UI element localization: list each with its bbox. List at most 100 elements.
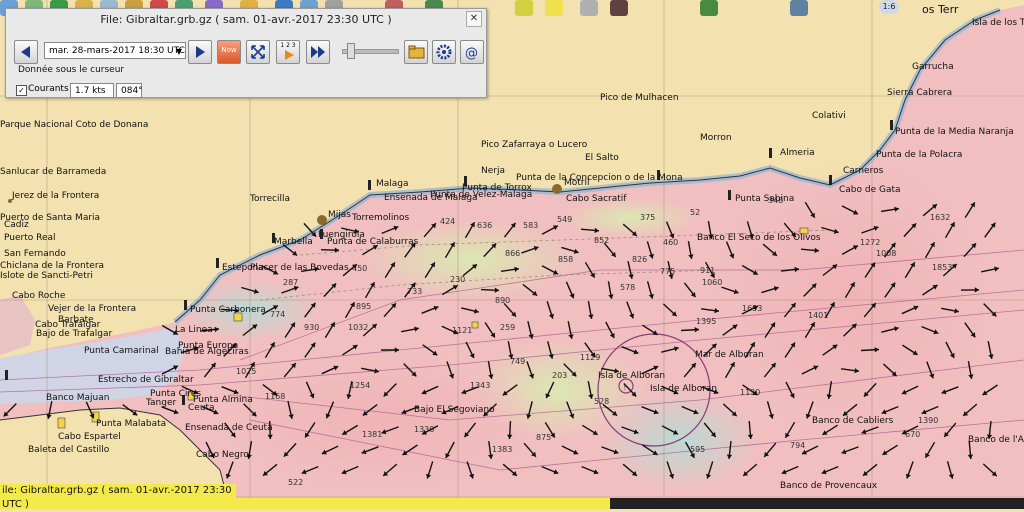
date-select[interactable]: mar. 28-mars-2017 18:30 UTC ▼ [44,42,186,59]
place-label: Sierra Cabrera [887,88,952,98]
svg-text:@: @ [465,46,478,61]
arrow-left-icon [15,41,37,63]
place-label: Placer de las Bovedas [250,263,349,273]
play-button[interactable] [306,40,330,64]
place-label: Punta de la Media Naranja [895,127,1014,137]
place-label: Sanlucar de Barrameda [0,167,106,177]
dialog-title: File: Gibraltar.grb.gz ( sam. 01-avr.-20… [6,13,486,26]
place-label: Cabo Roche [12,291,66,301]
place-label: Punta Carbonera [190,305,266,315]
depth-sounding: 1632 [930,213,950,222]
depth-sounding: 1272 [860,238,880,247]
depth-sounding: 858 [558,255,573,264]
depth-sounding: 1395 [696,317,716,326]
depth-sounding: 852 [594,236,609,245]
place-label: Bajo de Trafalgar [36,329,112,339]
depth-sounding: 1129 [580,353,600,362]
place-label: Islote de Sancti-Petri [0,271,93,281]
place-label: El Salto [585,153,619,163]
depth-sounding: 895 [356,302,371,311]
globe-icon[interactable] [700,0,718,16]
zoom-badge: 1:6 [879,0,899,14]
time-slider-thumb[interactable] [347,43,355,59]
place-label: Cabo Negro [196,450,249,460]
depth-sounding: 595 [690,445,705,454]
town-marker-motril[interactable] [552,184,562,194]
depth-sounding: 259 [500,323,515,332]
depth-sounding: 875 [536,433,551,442]
current-overlay [560,198,700,238]
depth-sounding: 578 [620,283,635,292]
depth-sounding: 1390 [918,416,938,425]
place-label: Motril [564,178,590,188]
depth-sounding: 583 [523,221,538,230]
place-label: Chiclana de la Frontera [0,261,104,271]
depth-sounding: 1254 [350,381,370,390]
open-file-button[interactable] [404,40,428,64]
next-button[interactable] [188,40,212,64]
current-speed-field: 1.7 kts [70,83,114,98]
gear-icon [433,41,455,63]
interpolate-button[interactable]: 1 2 3 [276,40,300,64]
depth-sounding: 1025 [236,367,256,376]
fast-forward-icon [307,41,329,63]
depth-sounding: 203 [552,371,567,380]
place-label: Pico de Mulhacen [600,93,679,103]
town-marker-mijas[interactable] [317,215,327,225]
request-download-button[interactable]: @ [460,40,484,64]
place-label: Punta Sabina [735,194,794,204]
place-label: Parque Nacional Coto de Donana [0,120,148,130]
currents-checkbox[interactable]: ✓ [16,85,27,96]
previous-button[interactable] [14,40,38,64]
depth-sounding: 866 [505,249,520,258]
place-label: Bahia de Algeciras [165,347,249,357]
print-icon[interactable] [580,0,598,16]
now-button[interactable]: Now [217,40,241,64]
info-icon[interactable] [790,0,808,16]
place-label: Banco Majuan [46,393,109,403]
place-label: Mijas [328,210,351,220]
place-label: Puerto Real [4,233,56,243]
place-label: Punta Malabata [96,419,166,429]
place-label: Banco de l'Alboran [968,435,1024,445]
place-label: Punta de Calaburras [327,237,419,247]
settings-button[interactable] [432,40,456,64]
place-label: Pico Zafarraya o Lucero [481,140,588,150]
arrow-right-icon [189,41,211,63]
depth-sounding: 1383 [492,445,512,454]
place-label: Morron [700,133,732,143]
mark-icon[interactable] [545,0,563,16]
place-label: Punta Camarinal [84,346,159,356]
place-label: San Fernando [4,249,66,259]
place-label: Ceuta [188,403,215,413]
chevron-down-icon: ▼ [176,43,182,60]
current-direction-field: 084° [116,83,142,98]
at-sign-icon: @ [461,41,483,63]
depth-sounding: 460 [663,238,678,247]
depth-sounding: 794 [790,441,805,450]
folder-icon [405,41,427,63]
depth-sounding: 230 [450,275,465,284]
bottom-status-strip [0,498,610,509]
zoom-to-center-button[interactable] [246,40,270,64]
place-label: Marbella [274,237,313,247]
depth-sounding: 522 [288,478,303,487]
place-label: Isla de los Terreros [972,18,1024,28]
place-label: Cabo de Gata [839,185,901,195]
depth-sounding: 549 [557,215,572,224]
expand-icon [247,41,269,63]
place-label: Cabo Espartel [58,432,121,442]
close-button[interactable]: ✕ [466,11,482,27]
help-icon[interactable] [610,0,628,16]
route-manager-icon[interactable] [515,0,533,16]
depth-sounding: 890 [495,296,510,305]
grib-dialog: File: Gibraltar.grb.gz ( sam. 01-avr.-20… [5,8,487,98]
depth-sounding: 1032 [348,323,368,332]
depth-sounding: 1401 [808,311,828,320]
depth-sounding: 1060 [702,278,722,287]
place-label: Tanger [145,398,176,408]
place-label: Punta de la Concepcion o de la Mona [516,173,683,183]
place-label: Bajo El Segoviano [414,405,495,415]
place-label: Torremolinos [351,213,410,223]
depth-sounding: 911 [700,266,715,275]
